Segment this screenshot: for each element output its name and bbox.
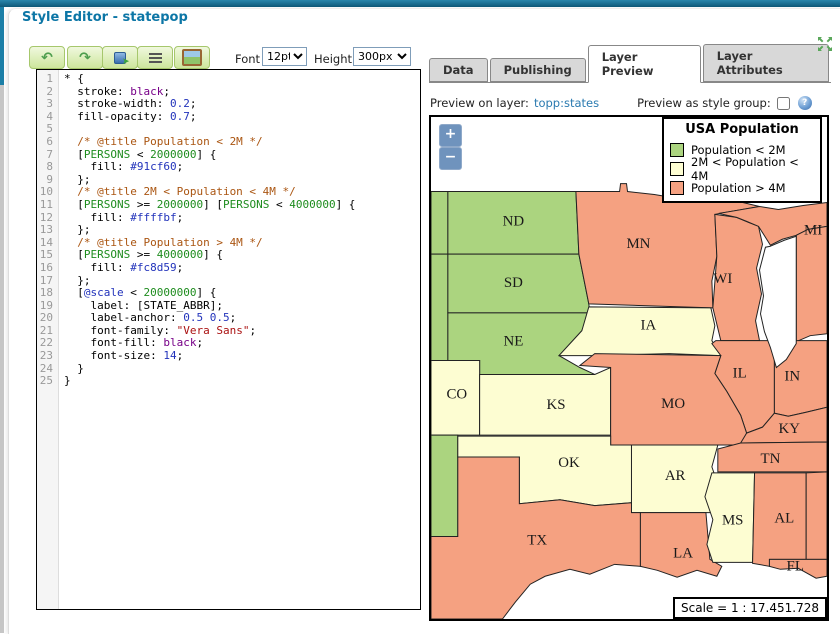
state-label-MS: MS (722, 513, 743, 529)
state-MT (431, 192, 448, 255)
editor-height-select[interactable]: 300px (353, 47, 411, 66)
font-size-select[interactable]: 12pt (262, 47, 307, 66)
legend-label: Population > 4M (691, 181, 786, 195)
state-label-AL: AL (774, 511, 794, 527)
map-preview: ND SD NE MN WI MI IA IL IN CO KS MO KY TN OK AR TX LA MS AL… (429, 115, 829, 621)
state-label-TX: TX (527, 532, 547, 548)
state-label-OK: OK (558, 455, 580, 471)
state-label-IL: IL (733, 365, 747, 381)
left-edge-teal (0, 7, 4, 85)
preview-options-row: Preview on layer: topp:states Preview as… (430, 95, 832, 111)
code-line[interactable]: fill: #91cf60; (64, 161, 420, 174)
code-line[interactable]: fill: #ffffbf; (64, 212, 420, 225)
convert-sld-button[interactable]: ➤ (102, 46, 138, 69)
line-number: 6 (37, 136, 58, 149)
tab-data[interactable]: Data (429, 58, 488, 82)
legend-swatch (670, 181, 684, 195)
state-label-WI: WI (713, 271, 732, 287)
state-WY (431, 254, 448, 360)
code-line[interactable]: font-size: 14; (64, 350, 420, 363)
undo-button[interactable]: ↶ (29, 46, 65, 69)
state-GA (806, 472, 827, 559)
help-icon[interactable]: ? (798, 96, 812, 110)
code-line[interactable]: fill: #fc8d59; (64, 262, 420, 275)
preview-on-layer-label: Preview on layer: (430, 96, 529, 110)
redo-button[interactable]: ↷ (67, 46, 103, 69)
line-number: 11 (37, 199, 58, 212)
undo-icon: ↶ (41, 51, 53, 65)
code-editor[interactable]: 1234567891011121314151617181920212223242… (36, 69, 421, 610)
state-label-CO: CO (446, 386, 467, 402)
tab-bar: DataPublishingLayer PreviewLayer Attribu… (429, 57, 831, 83)
top-border-bar (0, 0, 840, 7)
state-label-IN: IN (784, 368, 800, 384)
style-group-label: Preview as style group: (637, 96, 771, 110)
scale-box: Scale = 1 : 17.451.728 (673, 597, 827, 619)
state-label-MN: MN (626, 236, 650, 252)
state-label-AR: AR (665, 468, 686, 484)
state-KS (480, 368, 611, 436)
format-button[interactable] (137, 46, 173, 69)
legend-label: 2M < Population < 4M (691, 155, 816, 183)
state-label-MI: MI (804, 222, 822, 238)
legend-swatch (670, 162, 684, 176)
state-MI (796, 226, 827, 341)
state-label-FL: FL (787, 558, 804, 574)
line-number: 3 (37, 98, 58, 111)
redo-icon: ↷ (79, 51, 91, 65)
code-line[interactable]: } (64, 375, 420, 388)
insert-image-button[interactable] (174, 46, 210, 69)
state-label-LA: LA (673, 545, 693, 561)
state-label-MO: MO (661, 396, 685, 412)
state-NM (431, 435, 458, 536)
code-area[interactable]: * { stroke: black; stroke-width: 0.2; fi… (60, 70, 420, 609)
legend: USA Population Population < 2M2M < Popul… (662, 117, 822, 203)
state-label-KY: KY (779, 421, 801, 437)
code-line[interactable]: } (64, 363, 420, 376)
line-number: 18 (37, 287, 58, 300)
code-line[interactable]: fill-opacity: 0.7; (64, 111, 420, 124)
height-label: Height (314, 52, 352, 66)
line-number: 1 (37, 73, 58, 86)
state-label-KS: KS (547, 397, 566, 413)
line-number: 8 (37, 161, 58, 174)
font-label: Font (235, 52, 260, 66)
line-number: 25 (37, 375, 58, 388)
line-number: 16 (37, 262, 58, 275)
state-label-TN: TN (761, 451, 781, 467)
zoom-out-button[interactable]: − (439, 147, 462, 170)
page-title: Style Editor - statepop (22, 10, 188, 25)
zoom-in-button[interactable]: + (439, 124, 462, 147)
sld-icon: ➤ (114, 52, 127, 64)
state-label-ND: ND (503, 213, 525, 229)
tab-layer-preview[interactable]: Layer Preview (588, 45, 701, 83)
legend-title: USA Population (668, 122, 816, 137)
legend-item: 2M < Population < 4M (668, 159, 816, 178)
state-label-SD: SD (504, 275, 523, 291)
tab-publishing[interactable]: Publishing (490, 58, 586, 82)
state-label-IA: IA (641, 318, 657, 334)
state-label-NE: NE (503, 334, 523, 350)
expand-icon[interactable] (817, 36, 833, 52)
line-number: 13 (37, 224, 58, 237)
line-number: 20 (37, 312, 58, 325)
left-edge-gray (0, 85, 4, 633)
style-group-checkbox[interactable] (777, 97, 790, 110)
line-numbers: 1234567891011121314151617181920212223242… (37, 70, 59, 609)
line-number: 23 (37, 350, 58, 363)
tab-layer-attributes[interactable]: Layer Attributes (703, 44, 829, 82)
legend-swatch (670, 143, 684, 157)
image-icon (182, 49, 202, 66)
layer-link[interactable]: topp:states (534, 96, 599, 110)
lines-icon (149, 53, 162, 55)
